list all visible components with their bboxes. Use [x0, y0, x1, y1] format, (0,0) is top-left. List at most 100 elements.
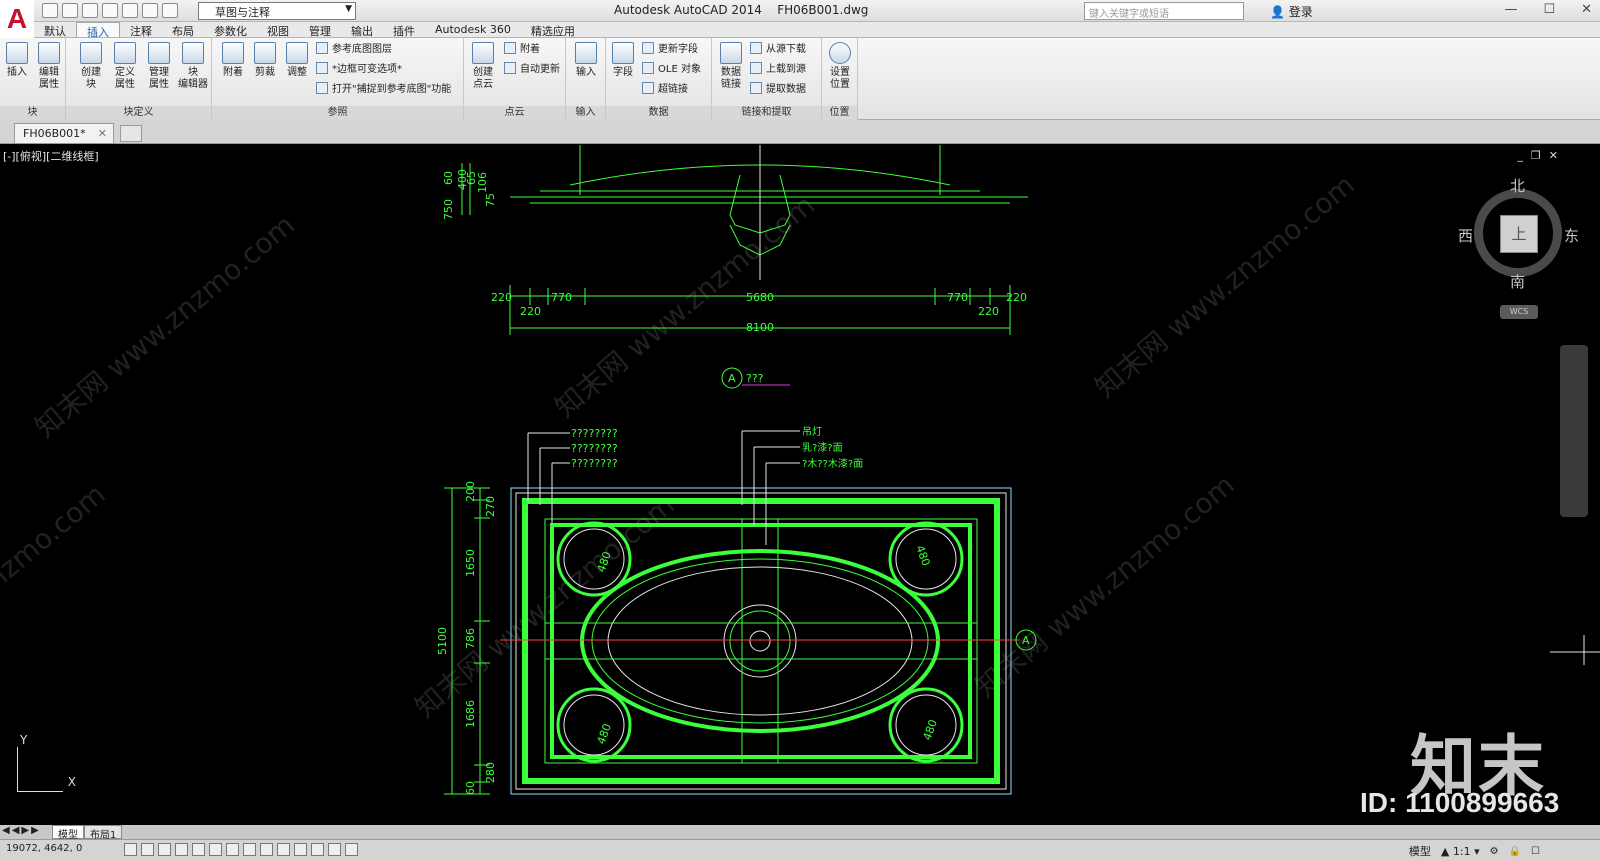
panel-title[interactable]: 链接和提取 — [712, 106, 821, 120]
lock-icon[interactable]: 🔒 — [1509, 846, 1521, 857]
underlay-layers-button[interactable]: 参考底图图层 — [316, 42, 392, 58]
tab-parametric[interactable]: 参数化 — [204, 22, 257, 38]
snap-underlay-button[interactable]: 打开"捕捉到参考底图"功能 — [316, 82, 451, 98]
tab-autodesk360[interactable]: Autodesk 360 — [425, 22, 521, 37]
frame-variable-button[interactable]: *边框可变选项* — [316, 62, 402, 78]
login-button[interactable]: 👤 登录 — [1270, 3, 1313, 20]
edit-attribute-button[interactable]: 编辑 属性 — [32, 42, 66, 91]
window-title: Autodesk AutoCAD 2014 FH06B001.dwg — [614, 3, 868, 17]
compass-north[interactable]: 北 — [1510, 175, 1525, 196]
data-link-button[interactable]: 数据 链接 — [714, 42, 748, 91]
panel-title[interactable]: 块 — [0, 106, 65, 120]
new-file-icon[interactable] — [42, 3, 58, 18]
minimize-icon[interactable]: — — [1504, 2, 1517, 17]
download-source-button[interactable]: 从源下载 — [750, 42, 806, 58]
tab-insert[interactable]: 插入 — [76, 22, 120, 39]
polar-tracking-icon[interactable] — [192, 843, 205, 856]
panel-title[interactable]: 块定义 — [66, 106, 211, 120]
data-link-icon — [720, 42, 742, 64]
callout-text: ???????? — [571, 427, 618, 440]
tab-layout1[interactable]: 布局1 — [84, 825, 123, 841]
panel-title[interactable]: 输入 — [566, 106, 605, 120]
import-label: 输入 — [576, 67, 596, 78]
auto-update-button[interactable]: 自动更新 — [504, 62, 560, 78]
navigation-bar[interactable] — [1560, 345, 1588, 517]
manage-attribute-button[interactable]: 管理 属性 — [142, 42, 176, 91]
import-button[interactable]: 输入 — [569, 42, 603, 79]
section-marker-text: A — [1022, 634, 1030, 647]
print-icon[interactable] — [122, 3, 138, 18]
undo-icon[interactable] — [142, 3, 158, 18]
import-icon — [575, 42, 597, 64]
tab-view[interactable]: 视图 — [257, 22, 299, 38]
3d-object-snap-icon[interactable] — [226, 843, 239, 856]
wcs-menu-button[interactable]: WCS — [1500, 305, 1538, 319]
insert-block-button[interactable]: 插入 — [0, 42, 34, 79]
close-icon[interactable]: ✕ — [98, 127, 107, 140]
clip-button[interactable]: 剪裁 — [248, 42, 282, 79]
panel-title[interactable]: 数据 — [606, 106, 711, 120]
transparency-icon[interactable] — [311, 843, 324, 856]
viewcube[interactable]: 上 北 南 东 西 — [1458, 177, 1579, 291]
save-as-icon[interactable] — [102, 3, 118, 18]
new-tab-button[interactable] — [120, 125, 142, 142]
quick-properties-icon[interactable] — [328, 843, 341, 856]
compass-south[interactable]: 南 — [1510, 271, 1525, 292]
compass-east[interactable]: 东 — [1564, 225, 1579, 246]
manage-attribute-label: 管理 属性 — [149, 67, 169, 90]
tab-annotate[interactable]: 注释 — [120, 22, 162, 38]
object-snap-tracking-icon[interactable] — [243, 843, 256, 856]
panel-title[interactable]: 参照 — [212, 106, 463, 120]
compass-west[interactable]: 西 — [1458, 225, 1473, 246]
model-space-button[interactable]: 模型 — [1409, 843, 1431, 859]
annotation-scale-button[interactable]: ▲ 1:1 ▾ — [1441, 845, 1480, 858]
pc-attach-button[interactable]: 附着 — [504, 42, 540, 58]
set-location-button[interactable]: 设置 位置 — [823, 42, 857, 91]
tab-featured-apps[interactable]: 精选应用 — [521, 22, 585, 38]
tab-model[interactable]: 模型 — [52, 825, 84, 841]
dynamic-input-icon[interactable] — [277, 843, 290, 856]
drawing-viewport[interactable]: [-][俯视][二维线框] _ ❐ ✕ 知末网 www.znzmo.com 知末… — [0, 145, 1600, 825]
define-attribute-button[interactable]: 定义 属性 — [108, 42, 142, 91]
snap-mode-icon[interactable] — [141, 843, 154, 856]
fullscreen-icon[interactable]: ☐ — [1531, 846, 1540, 857]
attach-button[interactable]: 附着 — [216, 42, 250, 79]
dynamic-ucs-icon[interactable] — [260, 843, 273, 856]
layout-nav-arrows[interactable]: ◀◀▶▶ — [2, 825, 41, 836]
grid-display-icon[interactable] — [158, 843, 171, 856]
maximize-icon[interactable]: ☐ — [1543, 2, 1555, 17]
workspace-select[interactable]: 草图与注释 ▼ — [198, 2, 356, 20]
workspace-switch-icon[interactable]: ⚙ — [1490, 846, 1499, 857]
selection-cycling-icon[interactable] — [345, 843, 358, 856]
ortho-mode-icon[interactable] — [175, 843, 188, 856]
tab-manage[interactable]: 管理 — [299, 22, 341, 38]
tab-output[interactable]: 输出 — [341, 22, 383, 38]
tab-layout[interactable]: 布局 — [162, 22, 204, 38]
create-point-cloud-button[interactable]: 创建 点云 — [466, 42, 500, 91]
infer-constraints-icon[interactable] — [124, 843, 137, 856]
save-icon[interactable] — [82, 3, 98, 18]
create-block-button[interactable]: 创建 块 — [74, 42, 108, 91]
object-snap-icon[interactable] — [209, 843, 222, 856]
hyperlink-button[interactable]: 超链接 — [642, 82, 688, 98]
panel-title[interactable]: 位置 — [822, 106, 857, 120]
upload-source-button[interactable]: 上载到源 — [750, 62, 806, 78]
search-input[interactable]: 键入关键字或短语 — [1084, 2, 1244, 20]
open-file-icon[interactable] — [62, 3, 78, 18]
coordinate-readout[interactable]: 19072, 4642, 0 — [6, 843, 82, 854]
ole-object-button[interactable]: OLE 对象 — [642, 62, 701, 78]
tab-plugins[interactable]: 插件 — [383, 22, 425, 38]
lineweight-icon[interactable] — [294, 843, 307, 856]
redo-icon[interactable] — [162, 3, 178, 18]
viewcube-face[interactable]: 上 — [1500, 215, 1538, 253]
update-field-button[interactable]: 更新字段 — [642, 42, 698, 58]
field-button[interactable]: 字段 — [606, 42, 640, 79]
extract-data-button[interactable]: 提取数据 — [750, 82, 806, 98]
tab-default[interactable]: 默认 — [34, 22, 76, 38]
adjust-button[interactable]: 调整 — [280, 42, 314, 79]
application-menu-button[interactable]: A — [0, 0, 34, 38]
close-icon[interactable]: ✕ — [1581, 2, 1592, 17]
panel-title[interactable]: 点云 — [464, 106, 565, 120]
block-editor-button[interactable]: 块 编辑器 — [176, 42, 210, 91]
document-tab[interactable]: FH06B001* ✕ — [14, 123, 114, 143]
